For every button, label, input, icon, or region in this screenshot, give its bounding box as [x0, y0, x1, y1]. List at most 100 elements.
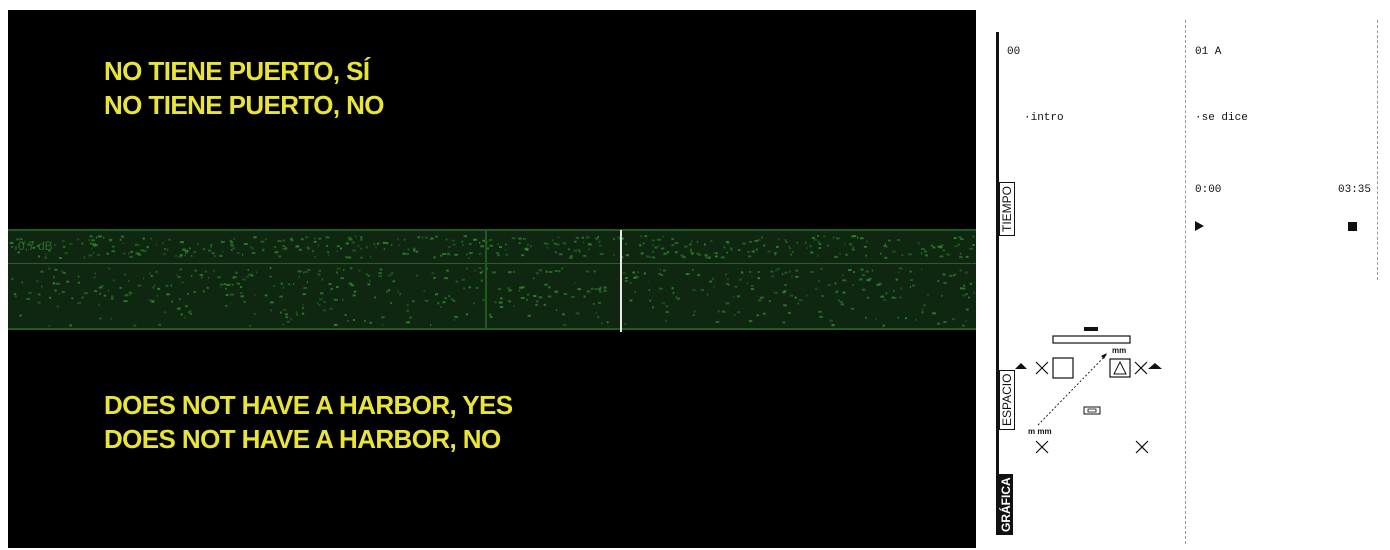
- waveform-sample: [783, 304, 787, 307]
- waveform-sample: [95, 236, 97, 239]
- waveform-sample: [748, 255, 752, 258]
- waveform-sample: [240, 295, 244, 298]
- waveform-sample: [963, 284, 966, 287]
- waveform-sample: [236, 282, 240, 285]
- waveform-sample: [302, 304, 304, 307]
- waveform-sample: [838, 299, 840, 302]
- waveform-sample: [279, 295, 283, 298]
- waveform-sample: [545, 242, 549, 245]
- waveform-sample: [98, 303, 100, 306]
- waveform-sample: [239, 292, 243, 295]
- waveform-sample: [603, 286, 607, 289]
- waveform-sample: [852, 246, 855, 249]
- waveform-sample: [759, 296, 764, 299]
- video-player[interactable]: NO TIENE PUERTO, SÍ NO TIENE PUERTO, NO …: [8, 10, 976, 548]
- waveform-sample: [123, 300, 128, 303]
- waveform-sample: [520, 297, 525, 299]
- waveform-sample: [171, 300, 173, 303]
- waveform-sample: [165, 284, 169, 287]
- waveform-sample: [839, 252, 841, 255]
- waveform-sample: [424, 299, 429, 302]
- play-icon[interactable]: [1195, 221, 1204, 231]
- waveform-sample: [876, 283, 881, 286]
- waveform-sample: [819, 315, 824, 318]
- waveform-sample: [740, 271, 744, 274]
- waveform-sample: [597, 316, 600, 319]
- waveform-sample: [103, 294, 106, 297]
- waveform-sample: [93, 244, 97, 247]
- waveform-sample: [150, 300, 154, 303]
- waveform-sample: [133, 324, 137, 327]
- waveform-sample: [290, 318, 292, 321]
- waveform-sample: [624, 277, 628, 279]
- waveform-sample: [390, 272, 394, 275]
- waveform-sample: [274, 246, 277, 249]
- waveform-sample: [463, 235, 467, 238]
- waveform-sample: [312, 250, 314, 253]
- diagram-label-mm: mm: [1112, 346, 1126, 355]
- waveform-sample: [435, 235, 438, 238]
- waveform-sample: [789, 247, 791, 250]
- waveform-sample: [431, 272, 435, 275]
- playhead[interactable]: [620, 230, 622, 332]
- cross-icon: [1135, 440, 1149, 454]
- waveform-sample: [197, 242, 199, 245]
- waveform-sample: [202, 290, 205, 293]
- waveform-sample: [219, 254, 223, 257]
- waveform-sample: [217, 276, 221, 279]
- waveform-sample: [900, 287, 903, 290]
- waveform-sample: [845, 253, 848, 256]
- waveform-sample: [538, 296, 543, 299]
- waveform-sample: [943, 321, 947, 324]
- waveform-sample: [921, 308, 924, 311]
- waveform-sample: [69, 242, 73, 245]
- waveform-sample: [167, 248, 169, 251]
- waveform-sample: [574, 240, 577, 243]
- waveform-sample: [130, 292, 132, 295]
- waveform-sample: [697, 274, 701, 277]
- waveform-sample: [285, 316, 289, 319]
- waveform-sample: [790, 253, 792, 256]
- waveform-sample: [440, 306, 442, 309]
- waveform-sample: [369, 321, 372, 324]
- waveform-sample: [179, 268, 182, 271]
- waveform-sample: [649, 256, 654, 259]
- waveform-sample: [840, 303, 844, 306]
- section-label[interactable]: ·se dice: [1195, 112, 1248, 124]
- waveform-sample: [965, 255, 969, 258]
- waveform-sample: [480, 245, 484, 248]
- waveform-sample: [972, 235, 975, 238]
- waveform-sample: [498, 288, 502, 291]
- waveform-sample: [526, 293, 530, 296]
- waveform-sample: [314, 237, 316, 240]
- waveform-sample: [548, 271, 553, 273]
- waveform-sample: [749, 271, 752, 273]
- waveform-sample: [386, 290, 389, 293]
- waveform-sample: [590, 287, 594, 290]
- waveform-sample: [128, 252, 130, 255]
- waveform-sample: [184, 316, 186, 319]
- section-label[interactable]: ·intro: [1024, 112, 1064, 124]
- audio-waveform[interactable]: -0,7 dB: [8, 229, 976, 332]
- axis-label-tiempo: TIEMPO: [999, 181, 1015, 236]
- waveform-sample: [193, 251, 197, 253]
- waveform-sample: [788, 245, 790, 248]
- waveform-sample: [251, 252, 255, 254]
- waveform-sample: [574, 281, 576, 284]
- waveform-sample: [557, 270, 561, 273]
- waveform-sample: [750, 285, 754, 287]
- waveform-sample: [342, 298, 344, 301]
- waveform-sample: [61, 240, 65, 243]
- waveform-sample: [409, 316, 412, 319]
- waveform-sample: [648, 280, 650, 283]
- waveform-sample: [932, 246, 936, 249]
- waveform-sample: [774, 253, 777, 256]
- stop-icon[interactable]: [1348, 222, 1357, 231]
- waveform-sample: [143, 250, 147, 252]
- stage-diagram: mm m mm: [1015, 327, 1162, 454]
- waveform-sample: [285, 313, 288, 316]
- waveform-sample: [454, 253, 458, 256]
- waveform-sample: [269, 267, 272, 270]
- waveform-sample: [345, 242, 349, 245]
- waveform-sample: [547, 295, 552, 298]
